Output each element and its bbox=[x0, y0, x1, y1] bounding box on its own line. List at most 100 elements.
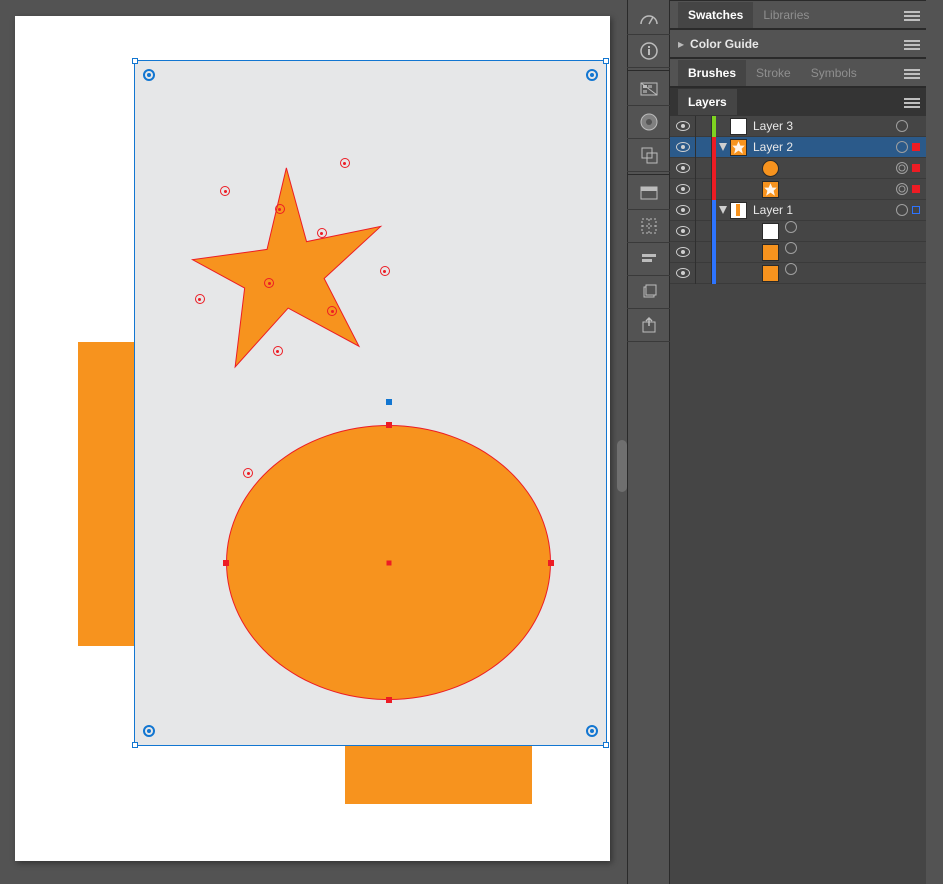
layer-name[interactable]: Layer 1 bbox=[753, 203, 896, 217]
selection-handle[interactable] bbox=[386, 399, 392, 405]
visibility-toggle[interactable] bbox=[670, 242, 696, 263]
lock-column[interactable] bbox=[696, 137, 712, 158]
anchor-point[interactable] bbox=[223, 560, 229, 566]
lock-column[interactable] bbox=[696, 158, 712, 179]
tab-symbols[interactable]: Symbols bbox=[801, 60, 867, 86]
anchor-point[interactable] bbox=[220, 186, 230, 196]
export-icon[interactable] bbox=[627, 309, 670, 342]
grid-icon[interactable] bbox=[627, 210, 670, 243]
layer-row[interactable]: Layer 1 bbox=[670, 200, 926, 221]
layer-row[interactable]: Layer 3 bbox=[670, 116, 926, 137]
panel-menu-icon[interactable] bbox=[904, 9, 920, 21]
anchor-point[interactable] bbox=[273, 346, 283, 356]
layer-item-row[interactable] bbox=[670, 242, 926, 263]
visibility-toggle[interactable] bbox=[670, 158, 696, 179]
layer-name[interactable]: Layer 3 bbox=[753, 119, 896, 133]
star-shape[interactable] bbox=[183, 163, 393, 363]
visibility-toggle[interactable] bbox=[670, 200, 696, 221]
selection-handle[interactable] bbox=[603, 58, 609, 64]
center-point[interactable] bbox=[387, 561, 392, 566]
tab-libraries[interactable]: Libraries bbox=[753, 2, 819, 28]
target-icon[interactable] bbox=[896, 183, 908, 195]
target-icon[interactable] bbox=[896, 120, 908, 132]
tab-brushes[interactable]: Brushes bbox=[678, 60, 746, 86]
lock-column[interactable] bbox=[696, 242, 712, 263]
target-icon[interactable] bbox=[785, 242, 797, 254]
artboard[interactable] bbox=[15, 16, 610, 861]
disclosure-toggle[interactable] bbox=[716, 143, 730, 151]
selection-indicator[interactable] bbox=[785, 254, 793, 262]
lock-column[interactable] bbox=[696, 116, 712, 137]
tab-stroke[interactable]: Stroke bbox=[746, 60, 801, 86]
scrollbar-thumb[interactable] bbox=[617, 440, 627, 492]
shape-builder-icon[interactable] bbox=[627, 139, 670, 172]
anchor-point[interactable] bbox=[195, 294, 205, 304]
align-icon[interactable] bbox=[627, 243, 670, 276]
layer-item-row[interactable] bbox=[670, 263, 926, 284]
visibility-toggle[interactable] bbox=[670, 263, 696, 284]
target-icon[interactable] bbox=[896, 162, 908, 174]
disclosure-toggle[interactable] bbox=[716, 206, 730, 214]
color-guide-icon[interactable] bbox=[627, 106, 670, 139]
lock-column[interactable] bbox=[696, 179, 712, 200]
anchor-point[interactable] bbox=[386, 422, 392, 428]
anchor-point[interactable] bbox=[317, 228, 327, 238]
anchor-point[interactable] bbox=[340, 158, 350, 168]
target-icon[interactable] bbox=[785, 263, 797, 275]
selection-handle[interactable] bbox=[132, 58, 138, 64]
canvas-area[interactable] bbox=[0, 0, 627, 884]
selection-indicator[interactable] bbox=[785, 233, 793, 241]
layer-name[interactable] bbox=[785, 263, 926, 283]
info-icon[interactable] bbox=[627, 35, 670, 68]
lock-column[interactable] bbox=[696, 200, 712, 221]
swatches-icon[interactable] bbox=[627, 73, 670, 106]
layer-item-row[interactable] bbox=[670, 179, 926, 200]
brush-icon[interactable] bbox=[627, 177, 670, 210]
transform-icon[interactable] bbox=[627, 276, 670, 309]
anchor-point[interactable] bbox=[548, 560, 554, 566]
visibility-toggle[interactable] bbox=[670, 116, 696, 137]
anchor-point[interactable] bbox=[327, 306, 337, 316]
selection-indicator[interactable] bbox=[912, 164, 920, 172]
rectangle-shape[interactable] bbox=[345, 744, 532, 804]
gauge-icon[interactable] bbox=[627, 2, 670, 35]
panel-menu-icon[interactable] bbox=[904, 96, 920, 108]
anchor-point[interactable] bbox=[243, 468, 253, 478]
selection-handle[interactable] bbox=[132, 742, 138, 748]
visibility-toggle[interactable] bbox=[670, 179, 696, 200]
rotate-handle[interactable] bbox=[143, 725, 155, 737]
panel-menu-icon[interactable] bbox=[904, 67, 920, 79]
anchor-point[interactable] bbox=[386, 697, 392, 703]
rectangle-shape[interactable] bbox=[78, 342, 138, 646]
layer-name[interactable]: Layer 2 bbox=[753, 140, 896, 154]
layer-item-row[interactable] bbox=[670, 158, 926, 179]
layer-item-row[interactable] bbox=[670, 221, 926, 242]
color-guide-header[interactable]: ▸ Color Guide bbox=[670, 29, 926, 57]
lock-column[interactable] bbox=[696, 263, 712, 284]
selection-indicator[interactable] bbox=[912, 206, 920, 214]
anchor-point[interactable] bbox=[264, 278, 274, 288]
selection-handle[interactable] bbox=[603, 742, 609, 748]
panel-menu-icon[interactable] bbox=[904, 38, 920, 50]
target-icon[interactable] bbox=[896, 141, 908, 153]
lock-column[interactable] bbox=[696, 221, 712, 242]
anchor-point[interactable] bbox=[275, 204, 285, 214]
selection-indicator[interactable] bbox=[912, 122, 920, 130]
target-icon[interactable] bbox=[896, 204, 908, 216]
visibility-toggle[interactable] bbox=[670, 137, 696, 158]
selection-indicator[interactable] bbox=[785, 275, 793, 283]
rotate-handle[interactable] bbox=[586, 725, 598, 737]
selection-indicator[interactable] bbox=[912, 185, 920, 193]
visibility-toggle[interactable] bbox=[670, 221, 696, 242]
tab-layers[interactable]: Layers bbox=[678, 89, 737, 115]
tab-swatches[interactable]: Swatches bbox=[678, 2, 753, 28]
layer-name[interactable] bbox=[785, 242, 926, 262]
selection-indicator[interactable] bbox=[912, 143, 920, 151]
layer-row[interactable]: Layer 2 bbox=[670, 137, 926, 158]
rotate-handle[interactable] bbox=[586, 69, 598, 81]
layer-name[interactable] bbox=[785, 221, 926, 241]
target-icon[interactable] bbox=[785, 221, 797, 233]
anchor-point[interactable] bbox=[380, 266, 390, 276]
rotate-handle[interactable] bbox=[143, 69, 155, 81]
eye-icon bbox=[676, 163, 690, 173]
